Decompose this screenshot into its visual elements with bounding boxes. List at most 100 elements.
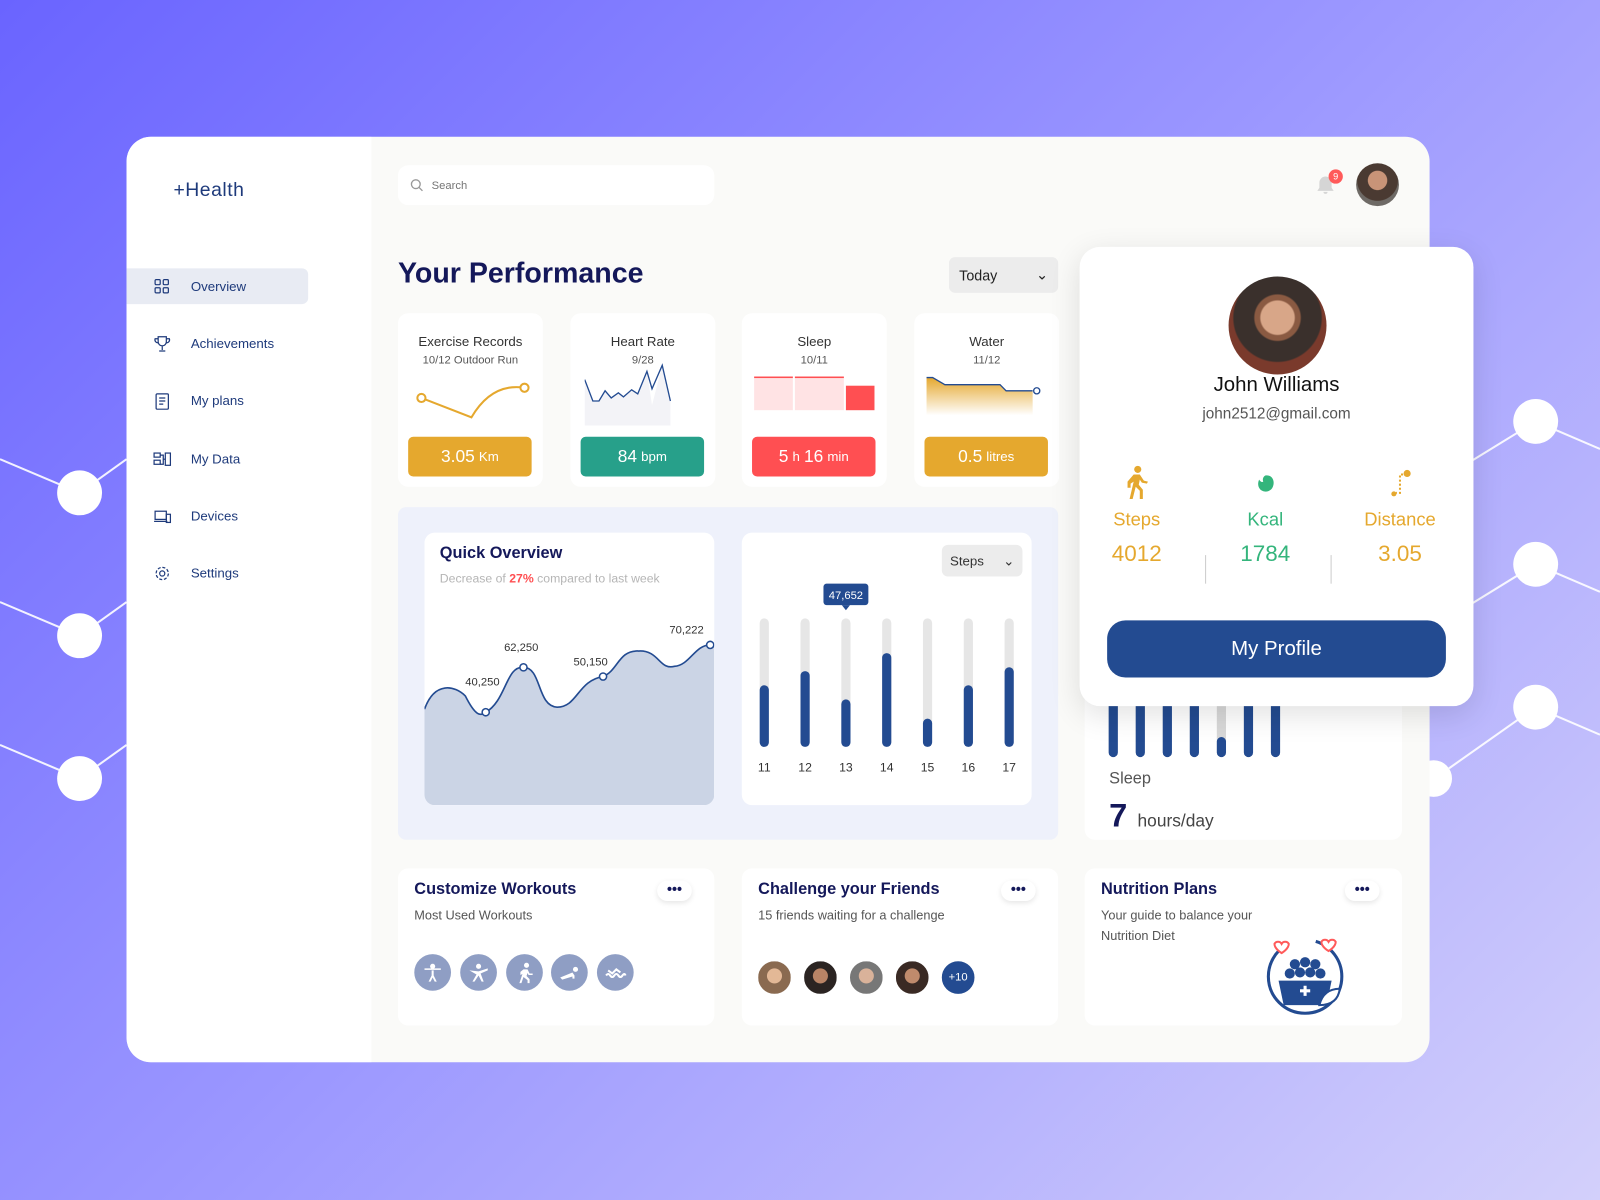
sleep-bar xyxy=(1216,737,1227,758)
card-subtitle: 10/11 xyxy=(800,354,828,367)
value: 0.5 xyxy=(958,446,983,466)
yoga-icon[interactable] xyxy=(460,954,497,991)
card-subtitle: 15 friends waiting for a challenge xyxy=(758,908,945,923)
sleep-label: Sleep xyxy=(1109,770,1151,788)
sidebar-item-achievements[interactable]: Achievements xyxy=(127,326,309,362)
card-title: Nutrition Plans xyxy=(1101,880,1218,898)
sidebar-item-my-data[interactable]: My Data xyxy=(127,441,309,477)
exercise-card[interactable]: Exercise Records 10/12 Outdoor Run 3.05 K… xyxy=(397,313,543,487)
bar xyxy=(800,671,810,747)
sleep-card[interactable]: Sleep 10/11 5 h 16 min xyxy=(741,313,887,487)
friend-avatar[interactable] xyxy=(893,959,931,996)
point-label: 62,250 xyxy=(504,642,538,654)
sleep-bar xyxy=(1162,702,1172,758)
header-avatar[interactable] xyxy=(1356,163,1399,207)
sidebar-item-devices[interactable]: Devices xyxy=(127,498,309,534)
card-title: Customize Workouts xyxy=(414,880,577,898)
stat-label: Distance xyxy=(1364,509,1436,530)
notification-button[interactable]: 9 xyxy=(1314,169,1343,201)
friend-avatar[interactable] xyxy=(756,959,793,996)
gear-icon xyxy=(155,566,169,580)
running-icon[interactable] xyxy=(506,954,543,991)
x-tick-label: 17 xyxy=(1002,760,1016,774)
sidebar-item-label: Settings xyxy=(190,565,239,581)
clipboard-icon xyxy=(155,392,169,410)
search-bar[interactable] xyxy=(397,165,715,206)
data-icon xyxy=(153,451,172,466)
value: 5 xyxy=(778,446,789,466)
sidebar-item-label: My plans xyxy=(190,392,244,409)
card-title: Heart Rate xyxy=(610,333,675,349)
steps-chart-card: 11 12 13 47,652 14 15 16 17 Steps ⌄ xyxy=(741,532,1032,806)
grid-icon xyxy=(154,278,169,293)
overview-section: Quick Overview Decrease of 27% compared … xyxy=(397,507,1059,840)
sidebar-item-label: Achievements xyxy=(190,335,275,352)
stat-value: 3.05 xyxy=(1378,540,1422,567)
bar xyxy=(759,685,769,747)
value: 16 xyxy=(803,446,824,466)
profile-avatar[interactable] xyxy=(1228,276,1327,375)
heart-rate-value-badge: 84 bpm xyxy=(580,436,705,477)
profile-email: john2512@gmail.com xyxy=(1202,405,1351,423)
value: 84 xyxy=(617,446,638,466)
sleep-hours: 7 xyxy=(1109,796,1128,834)
stat-steps: Steps 4012 xyxy=(1106,465,1167,567)
heart-rate-sparkline xyxy=(584,363,672,426)
metric-dropdown[interactable]: Steps ⌄ xyxy=(941,544,1023,577)
search-icon xyxy=(410,179,423,192)
stat-distance: Distance 3.05 xyxy=(1357,465,1443,567)
bar xyxy=(922,718,933,747)
bar xyxy=(841,699,851,747)
challenge-friends-card[interactable]: Challenge your Friends 15 friends waitin… xyxy=(741,868,1059,1026)
sleep-value-badge: 5 h 16 min xyxy=(752,436,876,477)
bar xyxy=(882,653,892,747)
x-tick-label: 16 xyxy=(962,760,976,774)
notification-badge: 9 xyxy=(1328,169,1343,184)
stat-label: Steps xyxy=(1113,509,1161,530)
period-dropdown[interactable]: Today ⌄ xyxy=(948,257,1059,293)
profile-popup: John Williams john2512@gmail.com Steps 4… xyxy=(1079,246,1474,707)
pushup-icon[interactable] xyxy=(551,954,588,991)
my-profile-button[interactable]: My Profile xyxy=(1107,620,1446,678)
friend-avatar[interactable] xyxy=(847,959,885,996)
devices-icon xyxy=(154,510,172,523)
x-tick-label: 13 xyxy=(839,760,853,774)
card-title: Water xyxy=(969,333,1005,349)
sidebar: +Health Overview Achievements My plans M… xyxy=(126,136,372,1063)
stat-value: 4012 xyxy=(1111,540,1162,567)
bar xyxy=(963,685,973,747)
chevron-down-icon: ⌄ xyxy=(1003,552,1015,568)
sleep-value: 7 hours/day xyxy=(1109,797,1214,835)
divider xyxy=(1330,555,1332,584)
heart-rate-card[interactable]: Heart Rate 9/28 84 bpm xyxy=(570,313,716,487)
tooltip-pointer xyxy=(841,605,850,611)
card-title: Exercise Records xyxy=(418,333,523,349)
nutrition-plans-card[interactable]: Nutrition Plans Your guide to balance yo… xyxy=(1084,868,1403,1026)
walking-icon xyxy=(1127,465,1148,499)
friend-avatar[interactable] xyxy=(802,959,839,996)
more-menu-button[interactable]: ••• xyxy=(1001,880,1036,902)
chevron-down-icon: ⌄ xyxy=(1035,266,1048,283)
more-friends-badge[interactable]: +10 xyxy=(939,959,977,996)
swimming-icon[interactable] xyxy=(596,954,634,991)
search-input[interactable] xyxy=(431,179,697,192)
logo: +Health xyxy=(173,179,245,202)
card-subtitle: Most Used Workouts xyxy=(414,908,533,923)
weightlifting-icon[interactable] xyxy=(414,954,452,991)
sidebar-item-my-plans[interactable]: My plans xyxy=(127,383,309,419)
profile-name: John Williams xyxy=(1213,373,1340,396)
sleep-unit: hours/day xyxy=(1137,811,1214,831)
stat-kcal: Kcal 1784 xyxy=(1233,465,1298,567)
more-menu-button[interactable]: ••• xyxy=(1344,880,1380,902)
more-menu-button[interactable]: ••• xyxy=(657,880,692,902)
card-subtitle: 10/12 Outdoor Run xyxy=(422,354,519,367)
period-value: Today xyxy=(959,266,998,284)
water-card[interactable]: Water 11/12 0.5 litres xyxy=(914,313,1060,487)
value: 3.05 xyxy=(441,446,475,466)
x-tick-label: 15 xyxy=(921,760,935,774)
x-tick-label: 14 xyxy=(880,760,894,774)
customize-workouts-card[interactable]: Customize Workouts Most Used Workouts ••… xyxy=(397,868,715,1026)
sidebar-item-settings[interactable]: Settings xyxy=(127,555,309,591)
sidebar-item-overview[interactable]: Overview xyxy=(126,268,309,305)
flame-icon xyxy=(1258,475,1274,492)
